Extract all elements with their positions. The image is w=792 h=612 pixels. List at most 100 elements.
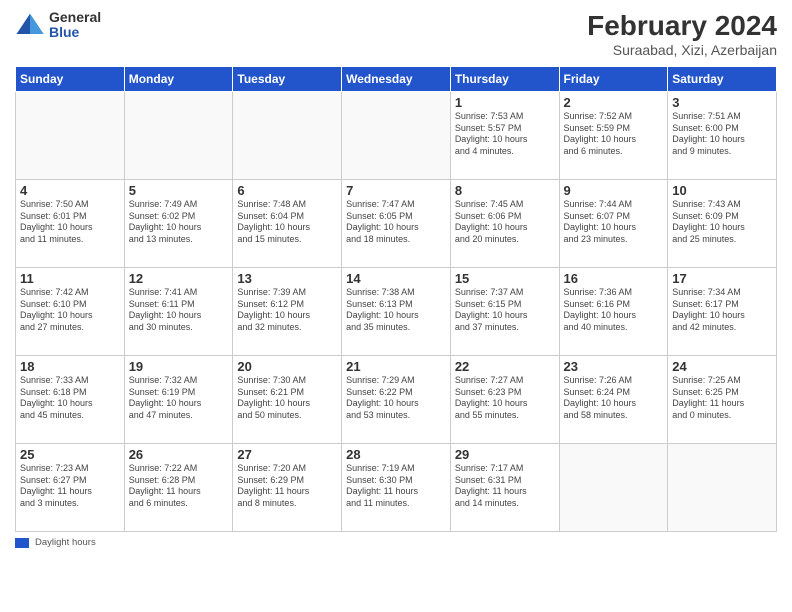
- day-info: Sunrise: 7:53 AM Sunset: 5:57 PM Dayligh…: [455, 111, 555, 158]
- day-info: Sunrise: 7:32 AM Sunset: 6:19 PM Dayligh…: [129, 375, 229, 422]
- day-info: Sunrise: 7:19 AM Sunset: 6:30 PM Dayligh…: [346, 463, 446, 510]
- day-cell: 15Sunrise: 7:37 AM Sunset: 6:15 PM Dayli…: [450, 268, 559, 356]
- day-info: Sunrise: 7:25 AM Sunset: 6:25 PM Dayligh…: [672, 375, 772, 422]
- day-number: 6: [237, 183, 337, 198]
- day-number: 27: [237, 447, 337, 462]
- day-cell: 16Sunrise: 7:36 AM Sunset: 6:16 PM Dayli…: [559, 268, 668, 356]
- day-info: Sunrise: 7:23 AM Sunset: 6:27 PM Dayligh…: [20, 463, 120, 510]
- day-number: 9: [564, 183, 664, 198]
- day-cell: [16, 92, 125, 180]
- day-cell: 3Sunrise: 7:51 AM Sunset: 6:00 PM Daylig…: [668, 92, 777, 180]
- day-number: 20: [237, 359, 337, 374]
- day-number: 22: [455, 359, 555, 374]
- logo: General Blue: [15, 10, 101, 41]
- day-number: 16: [564, 271, 664, 286]
- day-info: Sunrise: 7:48 AM Sunset: 6:04 PM Dayligh…: [237, 199, 337, 246]
- day-cell: 6Sunrise: 7:48 AM Sunset: 6:04 PM Daylig…: [233, 180, 342, 268]
- day-number: 7: [346, 183, 446, 198]
- day-number: 17: [672, 271, 772, 286]
- week-row-2: 11Sunrise: 7:42 AM Sunset: 6:10 PM Dayli…: [16, 268, 777, 356]
- day-cell: [559, 444, 668, 532]
- day-cell: 9Sunrise: 7:44 AM Sunset: 6:07 PM Daylig…: [559, 180, 668, 268]
- day-cell: 29Sunrise: 7:17 AM Sunset: 6:31 PM Dayli…: [450, 444, 559, 532]
- legend-label: Daylight hours: [35, 537, 96, 548]
- day-number: 11: [20, 271, 120, 286]
- col-monday: Monday: [124, 67, 233, 92]
- page: General Blue February 2024 Suraabad, Xiz…: [0, 0, 792, 612]
- day-cell: [342, 92, 451, 180]
- day-info: Sunrise: 7:34 AM Sunset: 6:17 PM Dayligh…: [672, 287, 772, 334]
- day-number: 25: [20, 447, 120, 462]
- day-cell: 12Sunrise: 7:41 AM Sunset: 6:11 PM Dayli…: [124, 268, 233, 356]
- day-cell: 25Sunrise: 7:23 AM Sunset: 6:27 PM Dayli…: [16, 444, 125, 532]
- day-info: Sunrise: 7:43 AM Sunset: 6:09 PM Dayligh…: [672, 199, 772, 246]
- day-info: Sunrise: 7:17 AM Sunset: 6:31 PM Dayligh…: [455, 463, 555, 510]
- day-cell: 8Sunrise: 7:45 AM Sunset: 6:06 PM Daylig…: [450, 180, 559, 268]
- day-cell: 2Sunrise: 7:52 AM Sunset: 5:59 PM Daylig…: [559, 92, 668, 180]
- day-info: Sunrise: 7:47 AM Sunset: 6:05 PM Dayligh…: [346, 199, 446, 246]
- calendar-body: 1Sunrise: 7:53 AM Sunset: 5:57 PM Daylig…: [16, 92, 777, 532]
- day-cell: 22Sunrise: 7:27 AM Sunset: 6:23 PM Dayli…: [450, 356, 559, 444]
- header: General Blue February 2024 Suraabad, Xiz…: [15, 10, 777, 58]
- day-number: 28: [346, 447, 446, 462]
- day-cell: 21Sunrise: 7:29 AM Sunset: 6:22 PM Dayli…: [342, 356, 451, 444]
- day-number: 21: [346, 359, 446, 374]
- col-wednesday: Wednesday: [342, 67, 451, 92]
- day-cell: 5Sunrise: 7:49 AM Sunset: 6:02 PM Daylig…: [124, 180, 233, 268]
- day-number: 15: [455, 271, 555, 286]
- day-cell: 7Sunrise: 7:47 AM Sunset: 6:05 PM Daylig…: [342, 180, 451, 268]
- day-cell: 27Sunrise: 7:20 AM Sunset: 6:29 PM Dayli…: [233, 444, 342, 532]
- day-number: 18: [20, 359, 120, 374]
- col-tuesday: Tuesday: [233, 67, 342, 92]
- day-number: 14: [346, 271, 446, 286]
- day-cell: 20Sunrise: 7:30 AM Sunset: 6:21 PM Dayli…: [233, 356, 342, 444]
- main-title: February 2024: [587, 10, 777, 42]
- calendar-table: Sunday Monday Tuesday Wednesday Thursday…: [15, 66, 777, 532]
- logo-icon: [15, 10, 45, 40]
- day-info: Sunrise: 7:52 AM Sunset: 5:59 PM Dayligh…: [564, 111, 664, 158]
- day-number: 1: [455, 95, 555, 110]
- day-info: Sunrise: 7:29 AM Sunset: 6:22 PM Dayligh…: [346, 375, 446, 422]
- day-info: Sunrise: 7:42 AM Sunset: 6:10 PM Dayligh…: [20, 287, 120, 334]
- day-number: 3: [672, 95, 772, 110]
- day-number: 12: [129, 271, 229, 286]
- day-info: Sunrise: 7:22 AM Sunset: 6:28 PM Dayligh…: [129, 463, 229, 510]
- day-cell: 1Sunrise: 7:53 AM Sunset: 5:57 PM Daylig…: [450, 92, 559, 180]
- day-cell: 11Sunrise: 7:42 AM Sunset: 6:10 PM Dayli…: [16, 268, 125, 356]
- day-cell: 23Sunrise: 7:26 AM Sunset: 6:24 PM Dayli…: [559, 356, 668, 444]
- day-cell: 4Sunrise: 7:50 AM Sunset: 6:01 PM Daylig…: [16, 180, 125, 268]
- day-number: 19: [129, 359, 229, 374]
- legend-box: [15, 538, 29, 548]
- footer: Daylight hours: [15, 537, 777, 548]
- day-number: 26: [129, 447, 229, 462]
- day-info: Sunrise: 7:44 AM Sunset: 6:07 PM Dayligh…: [564, 199, 664, 246]
- week-row-0: 1Sunrise: 7:53 AM Sunset: 5:57 PM Daylig…: [16, 92, 777, 180]
- logo-general-label: General: [49, 10, 101, 25]
- day-number: 23: [564, 359, 664, 374]
- col-sunday: Sunday: [16, 67, 125, 92]
- day-number: 8: [455, 183, 555, 198]
- col-saturday: Saturday: [668, 67, 777, 92]
- day-info: Sunrise: 7:37 AM Sunset: 6:15 PM Dayligh…: [455, 287, 555, 334]
- day-number: 10: [672, 183, 772, 198]
- day-info: Sunrise: 7:20 AM Sunset: 6:29 PM Dayligh…: [237, 463, 337, 510]
- calendar-header: Sunday Monday Tuesday Wednesday Thursday…: [16, 67, 777, 92]
- col-thursday: Thursday: [450, 67, 559, 92]
- day-info: Sunrise: 7:51 AM Sunset: 6:00 PM Dayligh…: [672, 111, 772, 158]
- logo-text: General Blue: [49, 10, 101, 41]
- day-info: Sunrise: 7:26 AM Sunset: 6:24 PM Dayligh…: [564, 375, 664, 422]
- day-info: Sunrise: 7:45 AM Sunset: 6:06 PM Dayligh…: [455, 199, 555, 246]
- header-row: Sunday Monday Tuesday Wednesday Thursday…: [16, 67, 777, 92]
- day-number: 5: [129, 183, 229, 198]
- day-number: 13: [237, 271, 337, 286]
- day-cell: 13Sunrise: 7:39 AM Sunset: 6:12 PM Dayli…: [233, 268, 342, 356]
- day-number: 4: [20, 183, 120, 198]
- week-row-1: 4Sunrise: 7:50 AM Sunset: 6:01 PM Daylig…: [16, 180, 777, 268]
- subtitle: Suraabad, Xizi, Azerbaijan: [587, 42, 777, 58]
- day-info: Sunrise: 7:50 AM Sunset: 6:01 PM Dayligh…: [20, 199, 120, 246]
- logo-blue-label: Blue: [49, 25, 101, 40]
- week-row-3: 18Sunrise: 7:33 AM Sunset: 6:18 PM Dayli…: [16, 356, 777, 444]
- day-info: Sunrise: 7:38 AM Sunset: 6:13 PM Dayligh…: [346, 287, 446, 334]
- col-friday: Friday: [559, 67, 668, 92]
- day-info: Sunrise: 7:49 AM Sunset: 6:02 PM Dayligh…: [129, 199, 229, 246]
